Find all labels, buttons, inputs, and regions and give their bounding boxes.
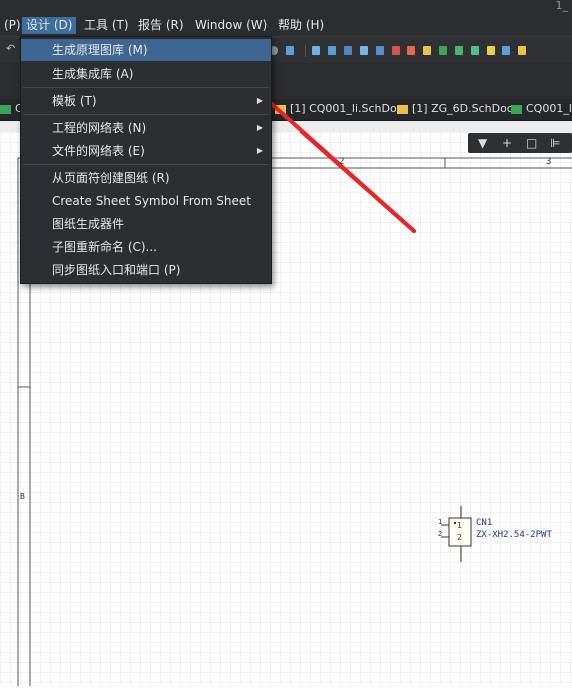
pin-outer-2: 2 [438, 530, 443, 538]
menu-separator [23, 164, 269, 165]
menu-item-label: 从页面符创建图纸 (R) [52, 171, 170, 185]
menu-item-document-netlist[interactable]: 文件的网络表 (E) ▶ [21, 140, 271, 162]
align-icon[interactable]: ⊫ [550, 136, 560, 150]
menu-item-label: Create Sheet Symbol From Sheet [52, 194, 251, 208]
menu-separator [23, 114, 269, 115]
menu-item-label: 生成原理图库 (M) [52, 43, 148, 57]
pin-number-1: 1 [457, 521, 462, 530]
menu-item-rename-child-sheet[interactable]: 子图重新命名 (C)... [21, 236, 271, 258]
menu-item-label: 图纸生成器件 [52, 217, 125, 231]
menu-item-make-schematic-library[interactable]: 生成原理图库 (M) [21, 39, 271, 61]
design-menu-dropdown: 生成原理图库 (M) 生成集成库 (A) 模板 (T) ▶ 工程的网络表 (N)… [20, 36, 272, 284]
submenu-arrow-icon: ▶ [256, 96, 263, 105]
submenu-arrow-icon: ▶ [256, 123, 263, 132]
menu-item-label: 生成集成库 (A) [52, 67, 134, 81]
component-comment: ZX-XH2.54-2PWT [476, 530, 552, 540]
column-label-3: 3 [546, 157, 552, 167]
menu-item-sync-sheet-entries-ports[interactable]: 同步图纸入口和端口 (P) [21, 259, 271, 281]
menu-item-make-integrated-library[interactable]: 生成集成库 (A) [21, 63, 271, 85]
component-designator: CN1 [476, 518, 493, 528]
select-rect-icon[interactable]: □ [526, 136, 537, 150]
pin-number-2: 2 [457, 533, 462, 542]
menu-item-label: 同步图纸入口和端口 (P) [52, 263, 181, 277]
menu-item-label: 子图重新命名 (C)... [52, 240, 158, 254]
menu-item-sheet-to-component[interactable]: 图纸生成器件 [21, 213, 271, 235]
menu-item-label: 模板 (T) [52, 94, 97, 108]
menu-item-create-sheet-from-symbol[interactable]: 从页面符创建图纸 (R) [21, 167, 271, 189]
active-bar: ▼ + □ ⊫ [468, 133, 572, 153]
filter-icon[interactable]: ▼ [478, 136, 487, 150]
menu-item-label: 工程的网络表 (N) [52, 121, 147, 135]
menu-item-label: 文件的网络表 (E) [52, 144, 145, 158]
menu-item-templates[interactable]: 模板 (T) ▶ [21, 90, 271, 112]
menu-item-create-sheet-symbol-from-sheet[interactable]: Create Sheet Symbol From Sheet [21, 190, 271, 212]
menu-item-project-netlist[interactable]: 工程的网络表 (N) ▶ [21, 117, 271, 139]
pin-outer-1: 1 [438, 518, 443, 526]
submenu-arrow-icon: ▶ [256, 146, 263, 155]
column-label-2: 2 [339, 157, 345, 167]
add-icon[interactable]: + [502, 136, 512, 150]
row-label-b: B [20, 492, 25, 501]
menu-separator [23, 87, 269, 88]
